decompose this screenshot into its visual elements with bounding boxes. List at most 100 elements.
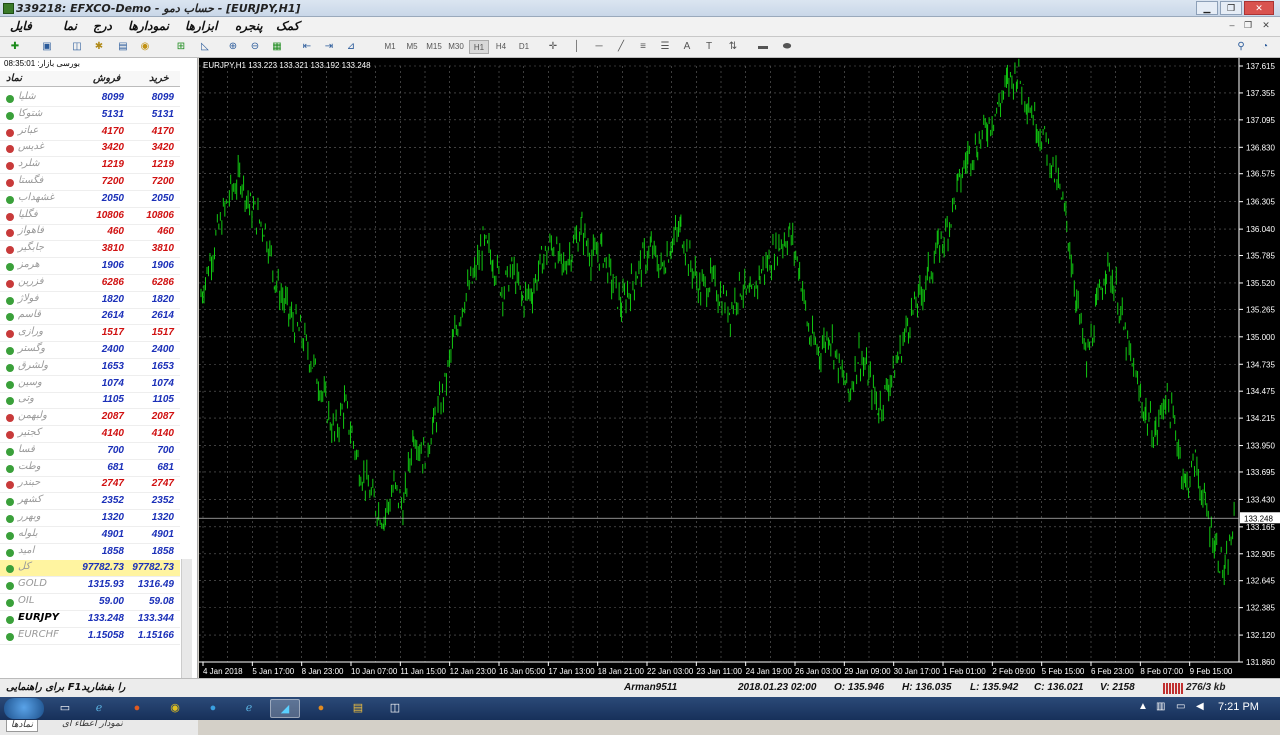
taskbar-firefox-icon[interactable]: ● bbox=[122, 699, 152, 718]
market-watch-row[interactable]: قسا 700 700 bbox=[0, 443, 180, 460]
mdi-restore-button[interactable]: ❐ bbox=[1242, 19, 1254, 31]
timeframe-h1[interactable]: H1 bbox=[469, 40, 489, 54]
periods-icon[interactable]: ▬ bbox=[754, 39, 772, 55]
tray-network-icon[interactable]: ▥ bbox=[1156, 701, 1165, 712]
market-watch-row[interactable]: وتی 1105 1105 bbox=[0, 392, 180, 410]
channel-icon[interactable]: ≡ bbox=[634, 39, 652, 55]
autotrading-icon[interactable]: ◺ bbox=[196, 39, 214, 55]
market-watch-row[interactable]: وگستر 2400 2400 bbox=[0, 342, 180, 359]
close-button[interactable]: ✕ bbox=[1244, 1, 1274, 15]
market-watch-row[interactable]: EURCHF 1.15058 1.15166 bbox=[0, 628, 180, 645]
market-watch-row[interactable]: غشهداب 2050 2050 bbox=[0, 191, 180, 208]
market-watch-row[interactable]: ورازی 1517 1517 bbox=[0, 325, 180, 343]
menu-tools[interactable]: ابزارها bbox=[185, 19, 217, 33]
market-watch-row[interactable]: کل 97782.73 97782.73 bbox=[0, 560, 180, 578]
price-up-icon bbox=[6, 380, 14, 389]
menu-window[interactable]: پنجره bbox=[235, 19, 263, 33]
crosshair-icon[interactable]: ✛ bbox=[544, 39, 562, 55]
zoom-out-icon[interactable]: ⊖ bbox=[246, 39, 264, 55]
market-watch-icon[interactable]: ◫ bbox=[68, 39, 86, 55]
market-watch-row[interactable]: هرمز 1906 1906 bbox=[0, 258, 180, 275]
market-watch-row[interactable]: حبندر 2747 2747 bbox=[0, 476, 180, 494]
market-watch-row[interactable]: وبهرر 1320 1320 bbox=[0, 510, 180, 527]
tile-windows-icon[interactable]: ▦ bbox=[268, 39, 286, 55]
timeframe-d1[interactable]: D1 bbox=[514, 40, 534, 54]
fibonacci-icon[interactable]: ☰ bbox=[656, 39, 674, 55]
timeframe-m30[interactable]: M30 bbox=[446, 40, 466, 54]
taskbar-explorer-icon[interactable]: ▭ bbox=[50, 699, 80, 718]
zoom-in-icon[interactable]: ⊕ bbox=[224, 39, 242, 55]
market-watch-row[interactable]: بلوله 4901 4901 bbox=[0, 527, 180, 544]
price-chart[interactable]: EURJPY,H1 133.223 133.321 133.192 133.24… bbox=[199, 58, 1280, 678]
market-watch-row[interactable]: کجتیر 4140 4140 bbox=[0, 426, 180, 443]
taskbar-chrome-icon[interactable]: ◉ bbox=[160, 699, 190, 718]
templates-icon[interactable]: ⬬ bbox=[778, 39, 796, 55]
taskbar-ie-icon[interactable]: ℯ bbox=[84, 699, 114, 718]
start-button[interactable] bbox=[4, 698, 44, 719]
profiles-icon[interactable]: ▣ bbox=[38, 39, 56, 55]
search-icon[interactable]: ⚲ bbox=[1232, 39, 1250, 55]
navigator-icon[interactable]: ✱ bbox=[90, 39, 108, 55]
price-up-icon bbox=[6, 195, 14, 204]
market-watch-row[interactable]: فاهواز 460 460 bbox=[0, 224, 180, 242]
taskbar-metatrader-icon[interactable]: ◫ bbox=[380, 699, 410, 718]
tray-expand-icon[interactable]: ▲ bbox=[1138, 701, 1148, 712]
text-label-icon[interactable]: T bbox=[700, 39, 718, 55]
market-watch-row[interactable]: امید 1858 1858 bbox=[0, 544, 180, 561]
text-icon[interactable]: A bbox=[678, 39, 696, 55]
menu-charts[interactable]: نمودارها bbox=[128, 19, 169, 33]
timeframe-m5[interactable]: M5 bbox=[402, 40, 422, 54]
market-watch-row[interactable]: جابگیر 3810 3810 bbox=[0, 241, 180, 259]
minimize-button[interactable]: ▁ bbox=[1196, 1, 1218, 15]
market-watch-row[interactable]: عباتر 4170 4170 bbox=[0, 124, 180, 141]
maximize-button[interactable]: ❐ bbox=[1220, 1, 1242, 15]
horizontal-line-icon[interactable]: ─ bbox=[590, 39, 608, 55]
taskbar-telegram-icon[interactable]: ◢ bbox=[270, 699, 300, 718]
terminal-icon[interactable]: ▤ bbox=[114, 39, 132, 55]
market-watch-row[interactable]: GOLD 1315.93 1316.49 bbox=[0, 577, 180, 595]
chart-shift-icon[interactable]: ⇤ bbox=[298, 39, 316, 55]
mdi-close-button[interactable]: ✕ bbox=[1260, 19, 1272, 31]
tray-monitor-icon[interactable]: ▭ bbox=[1176, 701, 1185, 712]
market-watch-row[interactable]: شلرد 1219 1219 bbox=[0, 157, 180, 175]
market-watch-row[interactable]: شلیا 8099 8099 bbox=[0, 90, 180, 107]
mdi-minimize-button[interactable]: ‒ bbox=[1226, 19, 1238, 31]
market-watch-row[interactable]: کشهر 2352 2352 bbox=[0, 493, 180, 511]
timeframe-m15[interactable]: M15 bbox=[424, 40, 444, 54]
new-order-icon[interactable]: ⊞ bbox=[172, 39, 190, 55]
market-watch-row[interactable]: ولشرق 1653 1653 bbox=[0, 359, 180, 376]
market-watch-row[interactable]: فزرین 6286 6286 bbox=[0, 275, 180, 292]
tray-volume-icon[interactable]: ◀ bbox=[1196, 701, 1204, 712]
taskbar-folder-icon[interactable]: ▤ bbox=[343, 699, 373, 718]
menu-view[interactable]: نما bbox=[63, 19, 77, 33]
taskbar-edge-icon[interactable]: ℯ bbox=[234, 699, 264, 718]
market-watch-row[interactable]: قاسم 2614 2614 bbox=[0, 308, 180, 326]
price-up-icon bbox=[6, 447, 14, 456]
market-watch-row[interactable]: فولاژ 1820 1820 bbox=[0, 292, 180, 309]
market-watch-row[interactable]: EURJPY 133.248 133.344 bbox=[0, 611, 180, 628]
market-watch-row[interactable]: وطت 681 681 bbox=[0, 460, 180, 477]
arrows-icon[interactable]: ⇅ bbox=[724, 39, 742, 55]
menu-help[interactable]: کمک bbox=[276, 19, 299, 33]
market-watch-row[interactable]: شتوکا 5131 5131 bbox=[0, 107, 180, 124]
market-watch-row[interactable]: وسین 1074 1074 bbox=[0, 376, 180, 393]
chart-window[interactable]: EURJPY,H1 133.223 133.321 133.192 133.24… bbox=[199, 58, 1280, 678]
taskbar-player-icon[interactable]: ● bbox=[306, 699, 336, 718]
market-watch-row[interactable]: غدیس 3420 3420 bbox=[0, 140, 180, 158]
timeframe-m1[interactable]: M1 bbox=[380, 40, 400, 54]
community-icon[interactable]: ◔ bbox=[1256, 39, 1274, 55]
trendline-icon[interactable]: ╱ bbox=[612, 39, 630, 55]
strategy-tester-icon[interactable]: ◉ bbox=[136, 39, 154, 55]
market-watch-row[interactable]: ولبهمن 2087 2087 bbox=[0, 409, 180, 427]
menu-file[interactable]: فایل bbox=[10, 19, 32, 33]
market-watch-row[interactable]: OIL 59.00 59.08 bbox=[0, 594, 180, 611]
market-watch-row[interactable]: فگلیا 10806 10806 bbox=[0, 208, 180, 225]
menu-insert[interactable]: درج bbox=[93, 19, 112, 33]
market-watch-row[interactable]: فگستا 7200 7200 bbox=[0, 174, 180, 191]
timeframe-h4[interactable]: H4 bbox=[491, 40, 511, 54]
new-chart-icon[interactable]: ✚ bbox=[6, 39, 24, 55]
indicators-icon[interactable]: ⊿ bbox=[342, 39, 360, 55]
taskbar-browser-icon[interactable]: ● bbox=[198, 699, 228, 718]
vertical-line-icon[interactable]: │ bbox=[568, 39, 586, 55]
autoscroll-icon[interactable]: ⇥ bbox=[320, 39, 338, 55]
